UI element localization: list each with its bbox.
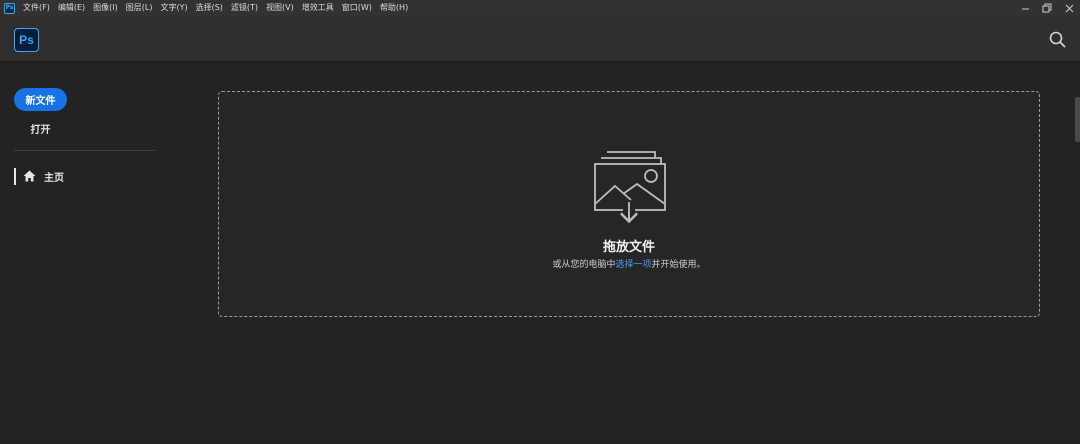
menu-file[interactable]: 文件(F) (19, 0, 54, 16)
open-button[interactable]: 打开 (14, 119, 67, 137)
close-icon (1065, 4, 1073, 12)
ps-logo[interactable]: Ps (14, 28, 39, 52)
select-file-link[interactable]: 选择一项 (615, 260, 651, 270)
minimize-button[interactable] (1014, 0, 1036, 16)
search-icon[interactable] (1049, 31, 1066, 48)
drop-zone-subtitle: 或从您的电脑中选择一项并开始使用。 (219, 257, 1039, 270)
sidebar-item-home[interactable]: 主页 (14, 167, 156, 185)
sidebar-divider (14, 150, 156, 151)
subtitle-text-pre: 或从您的电脑中 (552, 260, 616, 270)
image-drop-icon (594, 151, 666, 224)
file-drop-zone[interactable]: 拖放文件 或从您的电脑中选择一项并开始使用。 (218, 91, 1040, 317)
menu-bar: Ps 文件(F) 编辑(E) 图像(I) 图层(L) 文字(Y) 选择(S) 滤… (0, 0, 1080, 16)
restore-icon (1042, 3, 1052, 13)
menu-plugins[interactable]: 增效工具 (298, 0, 338, 16)
app-icon[interactable]: Ps (4, 2, 15, 14)
menu-window[interactable]: 窗口(W) (338, 0, 376, 16)
home-icon (23, 170, 36, 182)
menu-help[interactable]: 帮助(H) (376, 0, 412, 16)
menu-edit[interactable]: 编辑(E) (54, 0, 89, 16)
window-controls (1014, 0, 1080, 16)
menu-view[interactable]: 视图(V) (262, 0, 298, 16)
minimize-icon (1021, 8, 1029, 9)
menu-image[interactable]: 图像(I) (89, 0, 122, 16)
menu-type[interactable]: 文字(Y) (156, 0, 191, 16)
restore-button[interactable] (1036, 0, 1058, 16)
new-file-button[interactable]: 新文件 (14, 88, 67, 111)
app-header: Ps (0, 16, 1080, 62)
close-button[interactable] (1058, 0, 1080, 16)
active-indicator (14, 167, 16, 185)
menu-filter[interactable]: 滤镜(T) (227, 0, 262, 16)
menu-select[interactable]: 选择(S) (192, 0, 227, 16)
subtitle-text-post: 并开始使用。 (651, 260, 706, 270)
drop-zone-title: 拖放文件 (602, 240, 655, 255)
menu-layer[interactable]: 图层(L) (122, 0, 157, 16)
sidebar: 新文件 打开 主页 (0, 63, 170, 444)
sidebar-item-label: 主页 (44, 172, 64, 184)
scrollbar[interactable] (1075, 97, 1080, 142)
